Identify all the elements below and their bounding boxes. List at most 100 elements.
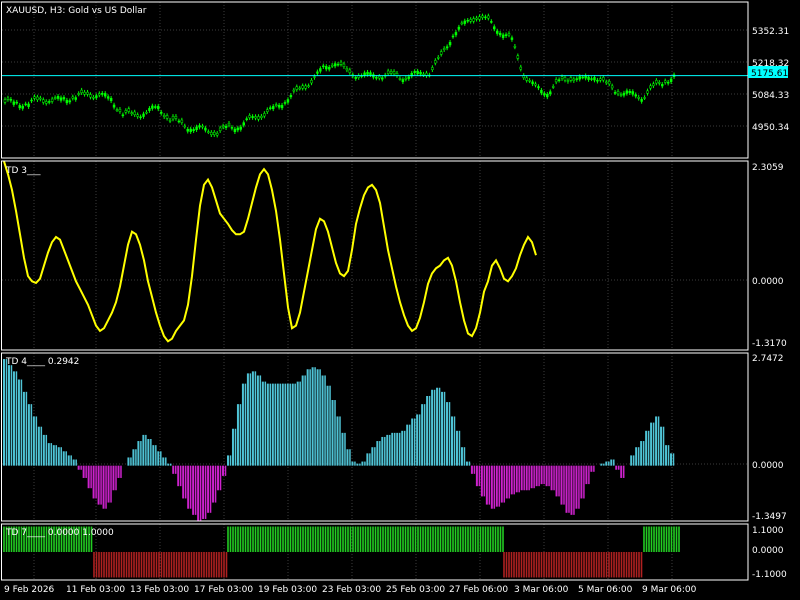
- candle-body: [348, 69, 352, 73]
- grid-layer: [2, 2, 748, 580]
- candle-body: [469, 19, 472, 22]
- candle-body: [463, 20, 467, 24]
- candle-body: [53, 97, 57, 99]
- candle-body: [136, 114, 139, 117]
- price-tick-label: 5084.33: [752, 91, 789, 101]
- candle-body: [572, 78, 576, 81]
- candle-body: [658, 82, 661, 84]
- candle-body: [375, 77, 378, 79]
- time-axis-label: 17 Feb 03:00: [194, 585, 253, 595]
- time-axis-label: 9 Feb 2026: [4, 585, 55, 595]
- candle-body: [201, 125, 204, 128]
- candle-body: [487, 15, 490, 19]
- candle-body: [183, 125, 187, 128]
- candle-body: [269, 107, 272, 109]
- candle-body: [333, 63, 337, 67]
- td7-tick-label: 0.0000: [752, 546, 784, 556]
- candle-body: [198, 125, 201, 128]
- pane-border: [1, 1, 749, 159]
- candle-body: [162, 115, 166, 118]
- td4-pane-title: TD 4____ 0.2942: [5, 357, 79, 367]
- candle-body: [215, 133, 219, 136]
- candle-body: [434, 60, 437, 64]
- td3-pane-title: TD 3___: [5, 166, 41, 176]
- candle-body: [363, 72, 366, 76]
- time-axis-label: 13 Feb 03:00: [130, 585, 189, 595]
- candle-body: [481, 15, 484, 18]
- candle-body: [133, 111, 136, 115]
- candle-body: [605, 81, 608, 84]
- candle-body: [292, 89, 296, 92]
- td4-histogram-pane[interactable]: [3, 359, 675, 522]
- candle-body: [607, 81, 611, 85]
- candle-body: [210, 132, 213, 136]
- candle-body: [466, 19, 469, 22]
- candle-body: [230, 127, 234, 129]
- price-pane[interactable]: [2, 13, 748, 138]
- time-axis-label: 11 Feb 03:00: [66, 585, 125, 595]
- candle-body: [451, 35, 455, 38]
- candle-body: [168, 119, 172, 122]
- candle-body: [587, 76, 590, 80]
- candle-body: [575, 78, 579, 80]
- candle-body: [628, 90, 632, 93]
- candle-body: [266, 109, 269, 113]
- td4-tick-label: -1.3497: [752, 512, 787, 522]
- candle-body: [192, 129, 195, 131]
- candle-body: [537, 86, 540, 89]
- candle-body: [602, 77, 605, 81]
- candle-body: [207, 131, 210, 133]
- candle-body: [625, 90, 629, 94]
- candle-body: [148, 108, 151, 111]
- candle-body: [649, 85, 652, 89]
- candle-body: [280, 104, 284, 109]
- candle-body: [277, 104, 281, 108]
- candle-body: [528, 80, 531, 82]
- candle-body: [301, 85, 304, 89]
- candle-body: [478, 16, 481, 20]
- candle-body: [109, 98, 113, 102]
- candle-body: [342, 63, 346, 67]
- candle-body: [413, 71, 416, 73]
- candle-body: [655, 80, 658, 84]
- candle-body: [389, 71, 393, 74]
- candle-body: [646, 90, 649, 94]
- candle-body: [121, 114, 125, 117]
- candle-body: [295, 86, 299, 90]
- time-axis-label: 5 Mar 06:00: [578, 585, 633, 595]
- candle-body: [39, 97, 42, 100]
- price-tick-label: 4950.34: [752, 123, 789, 133]
- td3-indicator-pane[interactable]: [3, 161, 537, 343]
- td4-tick-label: 0.0000: [752, 461, 784, 471]
- candle-body: [310, 79, 313, 84]
- candle-body: [392, 71, 396, 75]
- candle-body: [327, 66, 331, 70]
- candle-body: [80, 89, 83, 93]
- candle-body: [260, 115, 263, 118]
- candle-body: [274, 104, 278, 106]
- candle-body: [254, 116, 257, 119]
- candle-body: [9, 98, 13, 101]
- candle-body: [83, 91, 86, 95]
- time-axis-label: 27 Feb 06:00: [449, 585, 508, 595]
- td4-tick-label: 2.7472: [752, 354, 784, 364]
- price-tick-label: 5352.31: [752, 27, 789, 37]
- candle-body: [661, 84, 664, 87]
- trading-chart[interactable]: XAUUSD, H3: Gold vs US Dollar TD 3___ TD…: [0, 0, 800, 600]
- candle-body: [103, 93, 107, 97]
- candle-body: [15, 101, 19, 104]
- candle-body: [652, 83, 655, 87]
- candle-body: [484, 16, 487, 19]
- candle-body: [345, 68, 349, 71]
- candle-body: [613, 92, 617, 94]
- candle-body: [319, 68, 322, 72]
- candle-body: [590, 78, 593, 80]
- candle-body: [534, 83, 537, 86]
- candle-body: [495, 30, 499, 34]
- pane-borders: [1, 1, 749, 581]
- candle-body: [21, 105, 24, 109]
- candle-body: [513, 45, 517, 48]
- candle-body: [36, 96, 39, 101]
- candle-body: [112, 104, 116, 108]
- candle-body: [445, 46, 449, 49]
